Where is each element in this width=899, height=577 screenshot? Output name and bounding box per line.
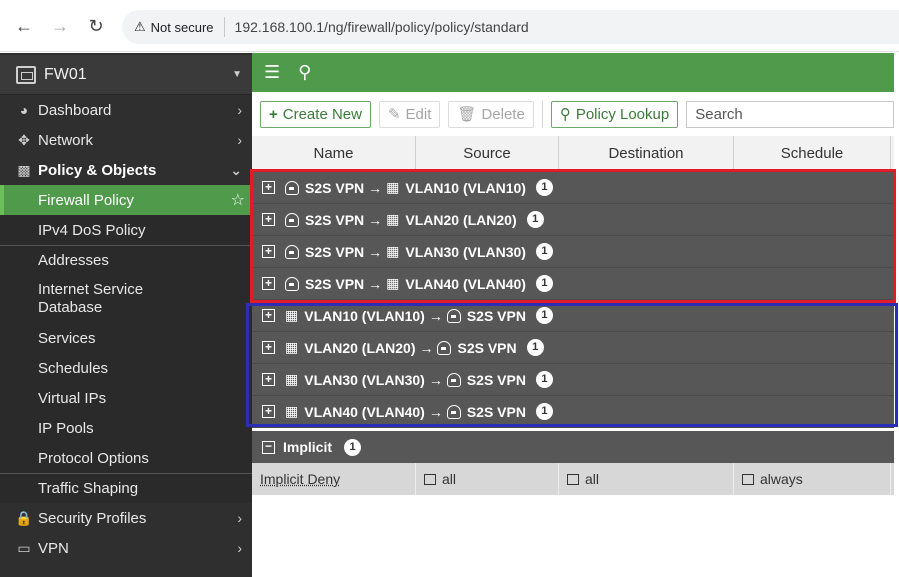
search-input[interactable]: Search	[686, 100, 894, 128]
create-new-button[interactable]: + Create New	[260, 100, 371, 128]
security-warning[interactable]: ⚠ Not secure	[134, 17, 225, 37]
sidebar-item-vpn[interactable]: ▭ VPN ›	[0, 533, 252, 563]
pencil-icon: ✎	[387, 106, 401, 123]
sidebar-item-dashboard[interactable]: ◕ Dashboard ›	[0, 95, 252, 125]
chevron-right-icon: ›	[237, 102, 242, 118]
sidebar-item-virtual-ips[interactable]: Virtual IPs	[0, 383, 252, 413]
policy-icon: ▩	[17, 161, 31, 178]
forward-icon[interactable]: →	[48, 14, 72, 38]
trash-icon: 🗑	[457, 106, 477, 123]
destination-cell: all	[559, 463, 734, 495]
table-row[interactable]: Implicit Deny all all always	[252, 463, 894, 495]
implicit-group-row[interactable]: − Implicit 1	[252, 431, 894, 463]
device-icon	[16, 65, 36, 84]
sidebar-item-services[interactable]: Services	[0, 323, 252, 353]
clock-icon	[742, 473, 754, 485]
address-icon	[567, 473, 579, 485]
chevron-right-icon: ›	[237, 132, 242, 148]
schedule-cell: always	[734, 463, 891, 495]
source-cell: all	[416, 463, 559, 495]
sidebar-item-schedules[interactable]: Schedules	[0, 353, 252, 383]
blue-highlight-box	[246, 303, 898, 427]
table-header: Name Source Destination Schedule	[252, 136, 894, 172]
column-header-schedule[interactable]: Schedule	[734, 136, 891, 171]
dashboard-icon: ◕	[19, 102, 29, 118]
sidebar: FW01 ▼ ◕ Dashboard › ✥ Network › ▩ Polic…	[0, 53, 252, 577]
sidebar-item-ip-pools[interactable]: IP Pools	[0, 413, 252, 443]
column-header-source[interactable]: Source	[416, 136, 559, 171]
menu-icon[interactable]: ☰	[264, 62, 280, 83]
column-header-name[interactable]: Name	[252, 136, 416, 171]
collapse-icon[interactable]: −	[262, 440, 275, 454]
device-selector[interactable]: FW01 ▼	[0, 55, 252, 95]
top-bar: ☰ ⚲	[252, 53, 894, 92]
sidebar-item-policy-objects[interactable]: ▩ Policy & Objects ⌄	[0, 155, 252, 185]
delete-button[interactable]: 🗑 Delete	[448, 100, 534, 128]
toolbar-divider	[541, 100, 543, 128]
sidebar-item-security-profiles[interactable]: 🔒 Security Profiles ›	[0, 503, 252, 533]
sidebar-item-network[interactable]: ✥ Network ›	[0, 125, 252, 155]
column-header-destination[interactable]: Destination	[559, 136, 734, 171]
sidebar-item-traffic-shaping[interactable]: Traffic Shaping	[0, 473, 252, 503]
address-bar[interactable]: ⚠ Not secure 192.168.100.1/ng/firewall/p…	[122, 10, 899, 44]
sidebar-item-firewall-policy[interactable]: Firewall Policy ☆	[0, 185, 252, 215]
address-icon	[424, 473, 436, 485]
edit-button[interactable]: ✎ Edit	[378, 100, 441, 128]
policy-lookup-button[interactable]: ⚲ Policy Lookup	[550, 100, 679, 128]
chevron-right-icon: ›	[237, 540, 242, 556]
warning-icon: ⚠	[134, 19, 146, 34]
lock-icon: 🔒	[15, 509, 33, 526]
caret-down-icon: ▼	[232, 69, 242, 80]
sidebar-item-dos-policy[interactable]: IPv4 DoS Policy	[0, 215, 252, 245]
chevron-down-icon: ⌄	[230, 161, 242, 178]
policy-count-badge: 1	[344, 438, 362, 456]
search-icon: ⚲	[559, 106, 571, 123]
search-icon[interactable]: ⚲	[298, 62, 311, 83]
sidebar-item-internet-service-db[interactable]: Internet Service Database	[0, 275, 252, 323]
policy-toolbar: + Create New ✎ Edit 🗑 Delete ⚲ Policy Lo…	[252, 92, 894, 136]
network-icon: ✥	[18, 131, 30, 148]
sidebar-item-protocol-options[interactable]: Protocol Options	[0, 443, 252, 473]
monitor-icon: ▭	[17, 539, 31, 556]
url-text: 192.168.100.1/ng/firewall/policy/policy/…	[234, 19, 529, 35]
back-icon[interactable]: ←	[12, 14, 36, 38]
policy-name-cell[interactable]: Implicit Deny	[252, 463, 416, 495]
sidebar-item-addresses[interactable]: Addresses	[0, 245, 252, 275]
reload-icon[interactable]: ↻	[84, 14, 108, 38]
plus-icon: +	[269, 105, 278, 123]
chevron-right-icon: ›	[237, 510, 242, 526]
browser-toolbar: ← → ↻ ⚠ Not secure 192.168.100.1/ng/fire…	[0, 0, 899, 52]
star-icon[interactable]: ☆	[231, 190, 245, 210]
red-highlight-box	[250, 169, 896, 303]
